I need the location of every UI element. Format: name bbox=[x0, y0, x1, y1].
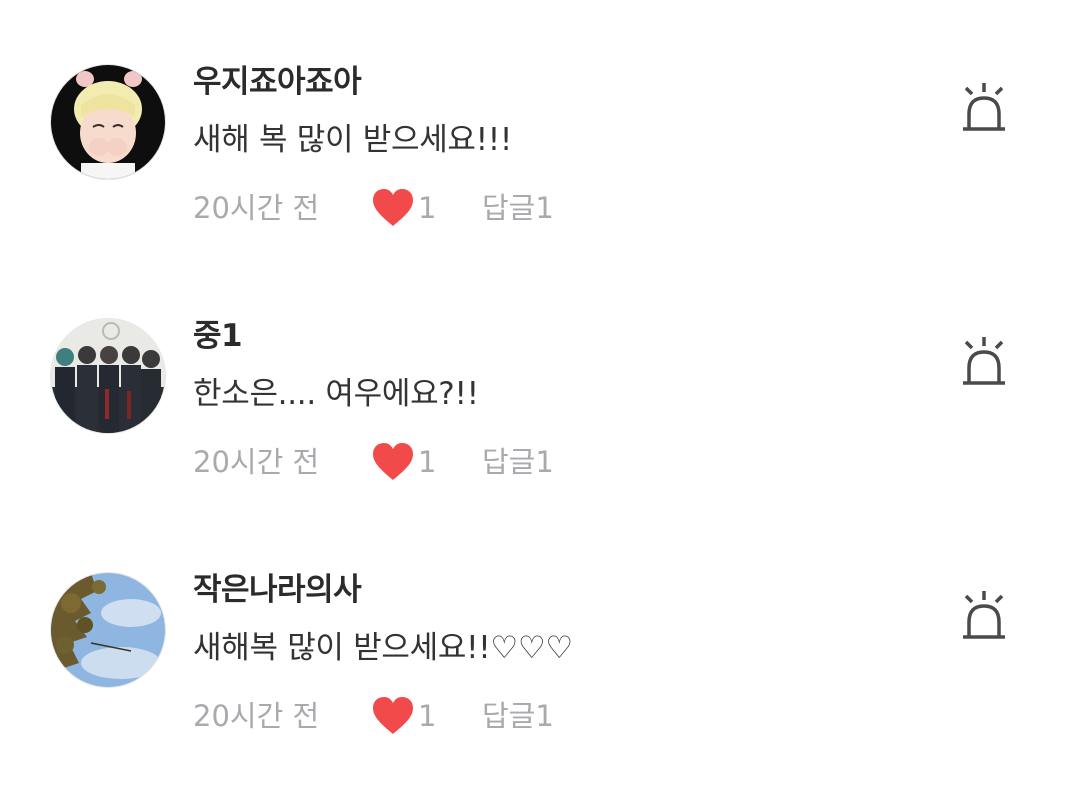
siren-report-icon bbox=[963, 83, 1005, 131]
comment-timestamp: 20시간 전 bbox=[193, 191, 320, 225]
report-button[interactable] bbox=[958, 334, 1010, 390]
like-count: 1 bbox=[418, 699, 437, 733]
comment-username[interactable]: 중1 bbox=[193, 314, 243, 358]
sky-tree-avatar bbox=[51, 573, 165, 687]
like-button[interactable]: 1 bbox=[371, 440, 436, 484]
comment-item: 작은나라의사 새해복 많이 받으세요!!♡♡♡ 20시간 전 1 답글1 bbox=[0, 508, 1080, 762]
comment-username[interactable]: 우지죠아죠아 bbox=[193, 60, 362, 104]
like-button[interactable]: 1 bbox=[371, 186, 436, 230]
comment-text: 한소은.... 여우에요?!! bbox=[193, 376, 479, 412]
comment-item: 중1 한소은.... 여우에요?!! 20시간 전 1 답글1 bbox=[0, 254, 1080, 508]
comment-item: 우지죠아죠아 새해 복 많이 받으세요!!! 20시간 전 1 답글1 bbox=[0, 0, 1080, 254]
reply-button[interactable]: 답글1 bbox=[482, 186, 554, 230]
bleached-hair-person-avatar bbox=[51, 65, 165, 179]
avatar[interactable] bbox=[51, 319, 165, 433]
comment-username[interactable]: 작은나라의사 bbox=[193, 568, 362, 612]
reply-button[interactable]: 답글1 bbox=[482, 694, 554, 738]
heart-icon bbox=[373, 697, 413, 734]
avatar[interactable] bbox=[51, 65, 165, 179]
report-button[interactable] bbox=[958, 80, 1010, 136]
like-count: 1 bbox=[418, 445, 437, 479]
heart-icon bbox=[373, 443, 413, 480]
comment-text: 새해 복 많이 받으세요!!! bbox=[193, 122, 513, 158]
heart-icon bbox=[373, 189, 413, 226]
siren-report-icon bbox=[963, 591, 1005, 639]
avatar[interactable] bbox=[51, 573, 165, 687]
report-button[interactable] bbox=[958, 588, 1010, 644]
comment-timestamp: 20시간 전 bbox=[193, 445, 320, 479]
siren-report-icon bbox=[963, 337, 1005, 385]
like-button[interactable]: 1 bbox=[371, 694, 436, 738]
comment-timestamp: 20시간 전 bbox=[193, 699, 320, 733]
reply-button[interactable]: 답글1 bbox=[482, 440, 554, 484]
like-count: 1 bbox=[418, 191, 437, 225]
group-photo-avatar bbox=[51, 319, 165, 433]
comment-text: 새해복 많이 받으세요!!♡♡♡ bbox=[193, 630, 573, 666]
